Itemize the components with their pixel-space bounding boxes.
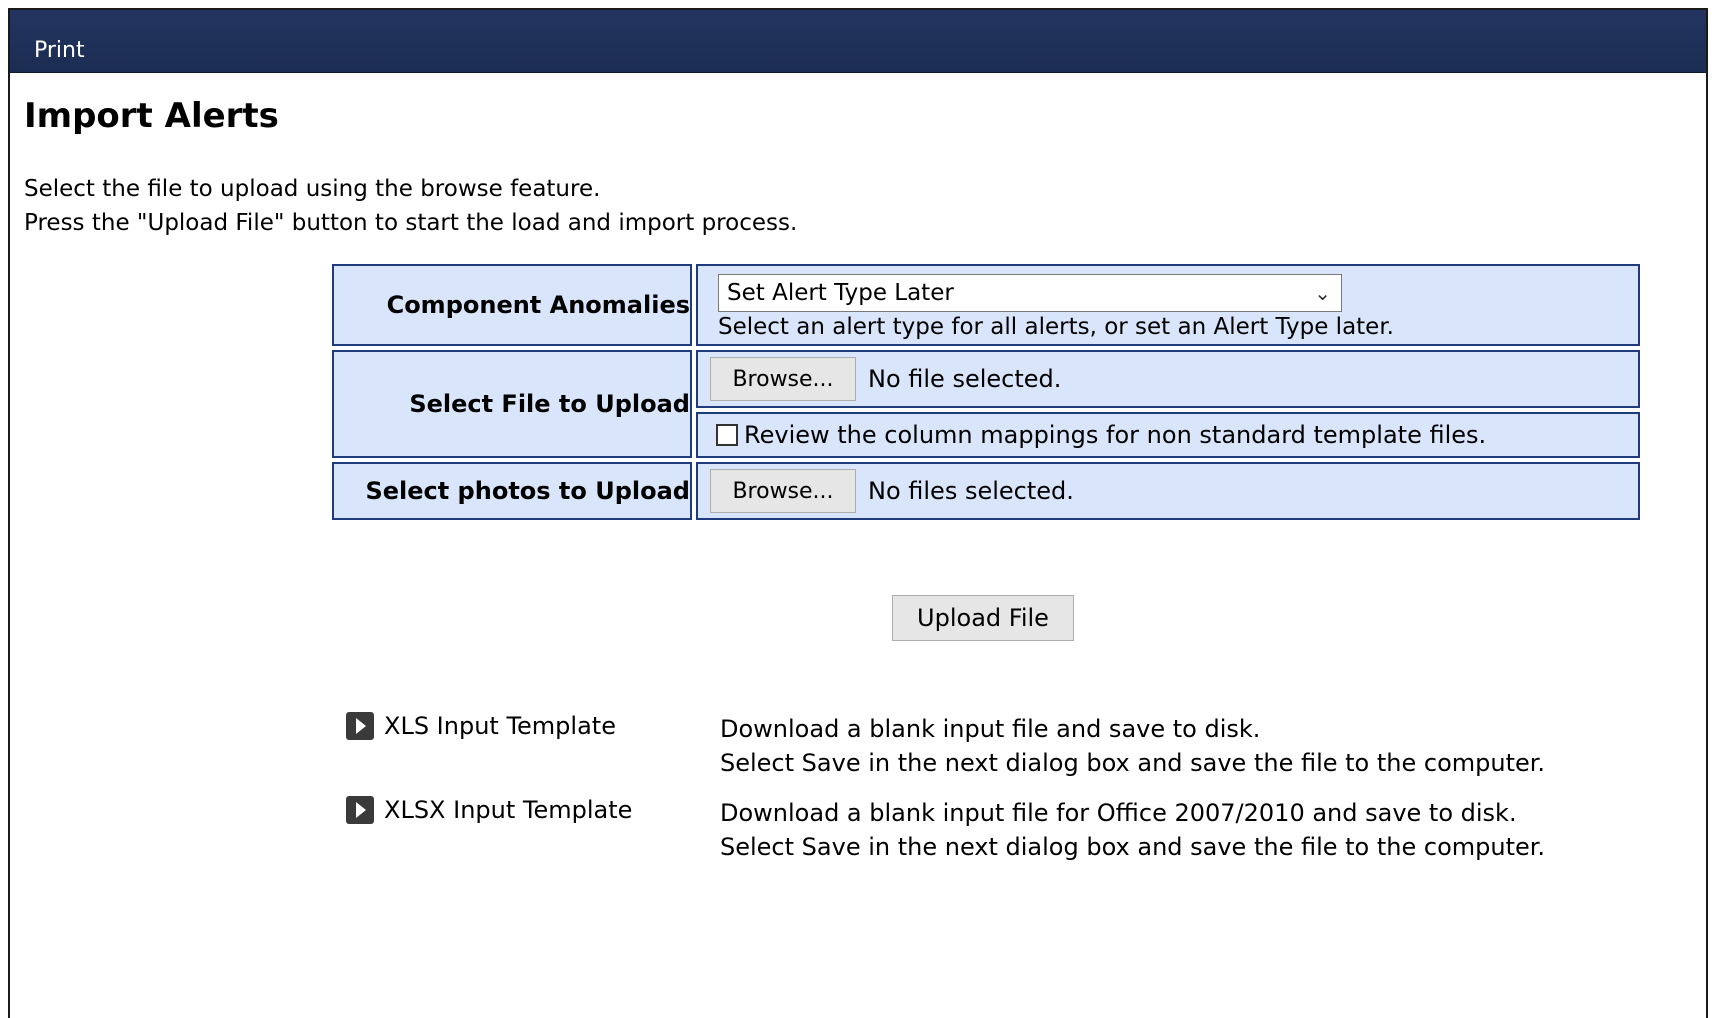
file-browse-cell: Browse... No file selected. [696,350,1640,408]
template-name[interactable]: XLS Input Template [384,712,616,740]
review-mappings-cell: Review the column mappings for non stand… [696,412,1640,458]
alert-type-selected: Set Alert Type Later [727,280,954,306]
xlsx-template-link[interactable]: XLSX Input Template [346,796,720,864]
template-description: Download a blank input file and save to … [720,712,1545,780]
template-desc-line: Select Save in the next dialog box and s… [720,749,1546,777]
photos-status: No files selected. [868,477,1074,505]
page-title: Import Alerts [24,96,279,136]
component-anomalies-label: Component Anomalies [332,264,692,346]
top-bar: Print [10,10,1706,73]
photos-browse-button[interactable]: Browse... [710,469,856,513]
instructions: Select the file to upload using the brow… [24,172,797,240]
template-desc-line: Download a blank input file for Office 2… [720,799,1517,827]
template-row: XLSX Input Template Download a blank inp… [346,796,1545,864]
template-description: Download a blank input file for Office 2… [720,796,1545,864]
component-anomalies-cell: Set Alert Type Later ⌄ Select an alert t… [696,264,1640,346]
alert-type-hint: Select an alert type for all alerts, or … [718,314,1394,340]
templates-list: XLS Input Template Download a blank inpu… [346,712,1545,880]
instruction-line-1: Select the file to upload using the brow… [24,176,601,202]
page-frame: Print Import Alerts Select the file to u… [8,8,1708,1018]
select-photos-label: Select photos to Upload [332,462,692,520]
template-desc-line: Select Save in the next dialog box and s… [720,833,1546,861]
print-link[interactable]: Print [34,38,85,63]
template-name[interactable]: XLSX Input Template [384,796,632,824]
upload-file-button[interactable]: Upload File [892,595,1074,641]
chevron-down-icon: ⌄ [1314,281,1331,305]
review-mappings-label[interactable]: Review the column mappings for non stand… [744,421,1486,449]
photos-browse-cell: Browse... No files selected. [696,462,1640,520]
xls-template-link[interactable]: XLS Input Template [346,712,720,780]
review-mappings-checkbox[interactable] [716,424,738,446]
play-arrow-icon [346,712,374,740]
template-desc-line: Download a blank input file and save to … [720,715,1261,743]
select-file-label: Select File to Upload [332,350,692,458]
alert-type-select[interactable]: Set Alert Type Later ⌄ [718,274,1342,312]
file-status: No file selected. [868,365,1062,393]
play-arrow-icon [346,796,374,824]
file-browse-button[interactable]: Browse... [710,357,856,401]
instruction-line-2: Press the "Upload File" button to start … [24,210,798,236]
import-form: Component Anomalies Set Alert Type Later… [328,260,1644,524]
template-row: XLS Input Template Download a blank inpu… [346,712,1545,780]
